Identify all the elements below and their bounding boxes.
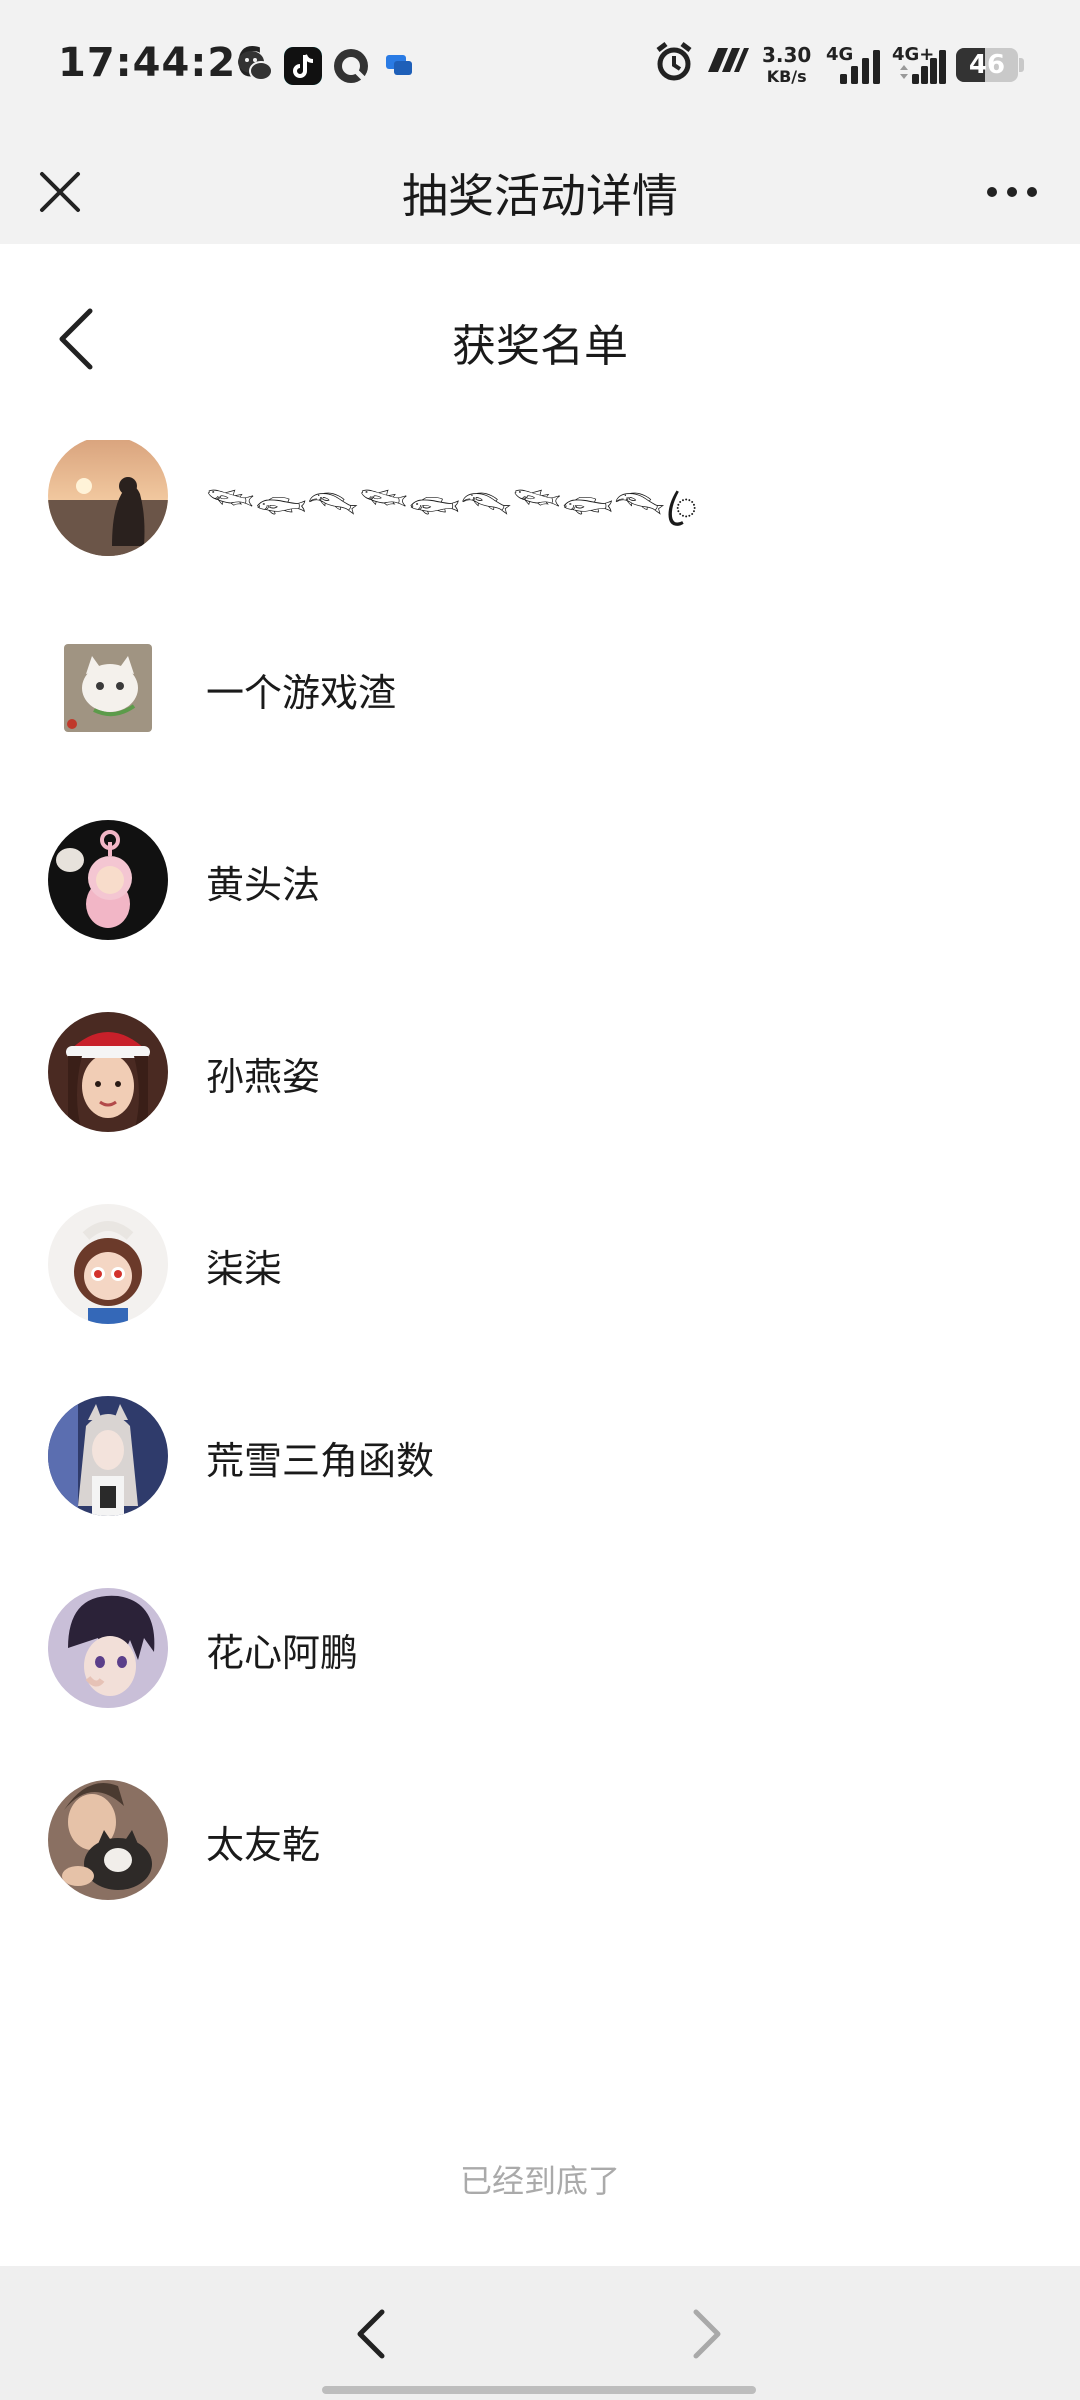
avatar-cartoon bbox=[48, 1204, 168, 1324]
bottom-nav bbox=[0, 2266, 1080, 2400]
q-app-icon bbox=[334, 49, 368, 83]
network-speed-value: 3.30 bbox=[762, 43, 812, 67]
status-bar: 17:44:26 3.30 KB/s 4G 4G+ 46 bbox=[0, 0, 1080, 132]
battery-cap bbox=[1019, 58, 1024, 72]
list-item[interactable]: 太友乾 bbox=[0, 1744, 1080, 1936]
list-end-text: 已经到底了 bbox=[459, 2162, 620, 2200]
winner-list-viewport[interactable]: 𓆝𓆟𓆞𓆝𓆟𓆞𓆝𓆟𓆞ꦿ 一个游戏渣 黄头法 孙燕姿 柒柒 荒雪三角函数 花心阿鹏 … bbox=[0, 360, 1080, 2260]
nfc-icon bbox=[708, 48, 749, 72]
avatar-teletubby bbox=[48, 820, 168, 940]
signal-2-icon bbox=[900, 50, 946, 84]
avatar-santa-girl bbox=[48, 1012, 168, 1132]
list-item[interactable]: 柒柒 bbox=[0, 1168, 1080, 1360]
signal-1-icon bbox=[840, 50, 880, 84]
more-button[interactable] bbox=[972, 158, 1052, 226]
list-item[interactable]: 孙燕姿 bbox=[0, 976, 1080, 1168]
winner-name: 花心阿鹏 bbox=[206, 1631, 359, 1675]
alarm-icon bbox=[656, 42, 692, 81]
app-title: 抽奖活动详情 bbox=[402, 169, 678, 223]
nav-back-icon bbox=[357, 2309, 385, 2359]
winner-name: 一个游戏渣 bbox=[206, 671, 397, 715]
nav-forward-icon bbox=[693, 2309, 721, 2359]
battery-icon: 46 bbox=[956, 48, 1018, 82]
winner-name: 荒雪三角函数 bbox=[206, 1439, 435, 1483]
list-item[interactable]: 荒雪三角函数 bbox=[0, 1360, 1080, 1552]
winner-name: 𓆝𓆟𓆞𓆝𓆟𓆞𓆝𓆟𓆞ꦿ bbox=[206, 484, 698, 528]
avatar-anime-girl bbox=[48, 1396, 168, 1516]
more-icon bbox=[987, 187, 1037, 197]
winner-name: 黄头法 bbox=[206, 863, 321, 907]
tiktok-icon bbox=[284, 47, 322, 85]
page-header: 获奖名单 bbox=[0, 244, 1080, 440]
winner-name: 柒柒 bbox=[206, 1247, 283, 1291]
network-speed-unit: KB/s bbox=[766, 67, 807, 86]
nav-forward-button[interactable] bbox=[668, 2284, 748, 2384]
winner-name: 太友乾 bbox=[206, 1823, 321, 1867]
avatar-anime-boy bbox=[48, 1588, 168, 1708]
message-app-icon bbox=[386, 55, 412, 75]
nav-back-button[interactable] bbox=[330, 2284, 410, 2384]
avatar-sunset bbox=[48, 436, 168, 556]
page-title: 获奖名单 bbox=[452, 321, 628, 372]
list-item[interactable]: 一个游戏渣 bbox=[0, 592, 1080, 784]
network-speed: 3.30 KB/s bbox=[762, 44, 811, 88]
battery-level: 46 bbox=[968, 50, 1006, 80]
list-item[interactable]: 花心阿鹏 bbox=[0, 1552, 1080, 1744]
list-item[interactable]: 黄头法 bbox=[0, 784, 1080, 976]
app-header: 抽奖活动详情 bbox=[0, 132, 1080, 244]
avatar-person-cat bbox=[48, 1780, 168, 1900]
home-indicator[interactable] bbox=[322, 2386, 756, 2394]
winner-name: 孙燕姿 bbox=[206, 1055, 321, 1099]
status-time: 17:44:26 bbox=[58, 40, 265, 86]
wechat-icon bbox=[238, 51, 273, 81]
avatar-cat bbox=[64, 644, 152, 732]
